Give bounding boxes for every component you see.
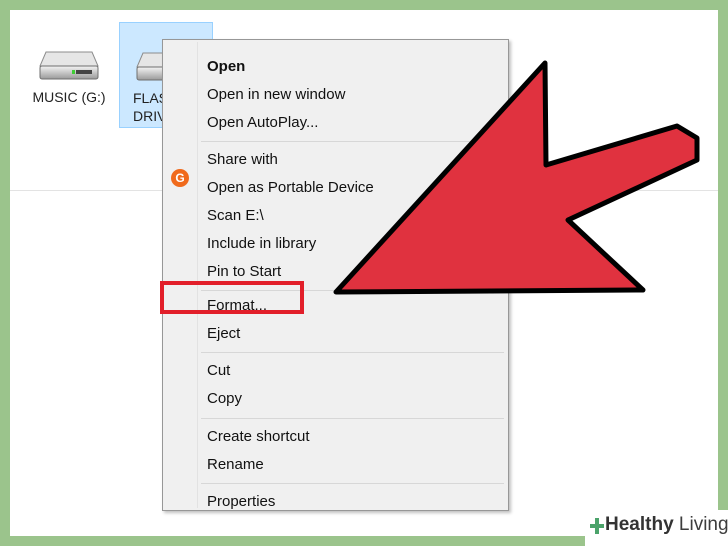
watermark-text: Healthy Living bbox=[605, 514, 728, 536]
plus-leaf-icon bbox=[590, 518, 604, 534]
watermark-brand-bold: Healthy bbox=[605, 514, 674, 535]
watermark-brand-rest: Living bbox=[673, 514, 728, 535]
pointer-arrow-icon bbox=[333, 60, 700, 295]
